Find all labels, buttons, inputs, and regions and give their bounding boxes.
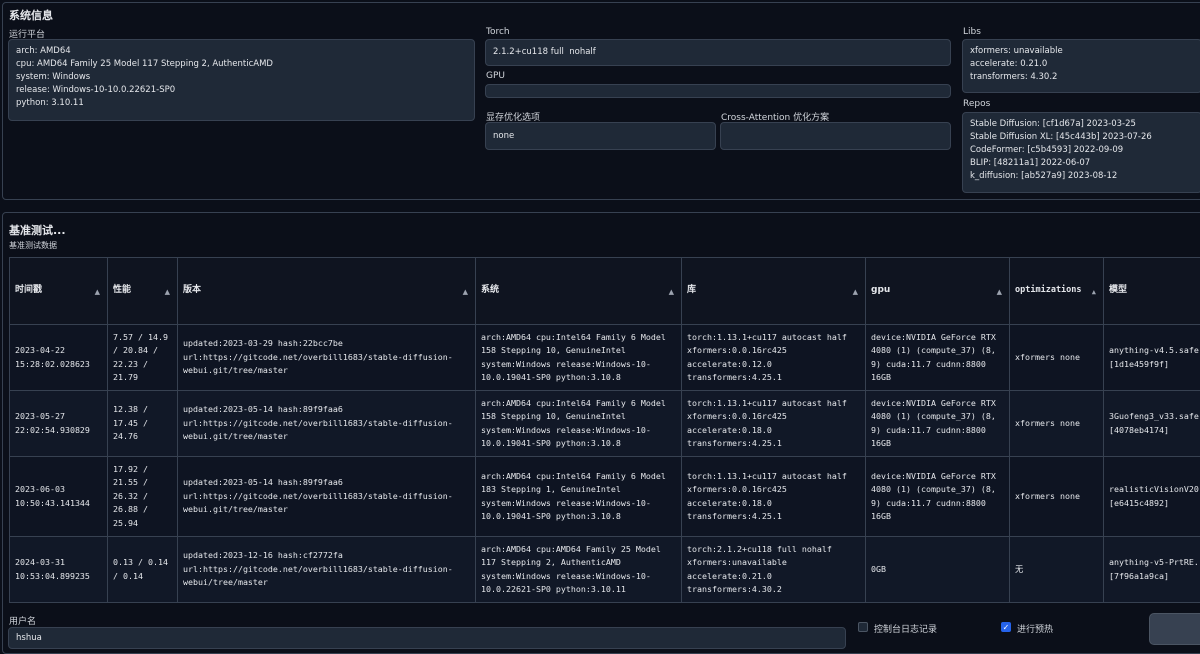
cell-libs: torch:2.1.2+cu118 full nohalf xformers:u… (682, 537, 866, 603)
table-row[interactable]: 2024-03-31 10:53:04.899235 0.13 / 0.14 /… (10, 537, 1200, 603)
column-header-gpu[interactable]: gpu▲ (866, 258, 1010, 325)
cell-timestamp: 2023-05-27 22:02:54.930829 (10, 391, 108, 457)
checkmark-icon: ✓ (1003, 623, 1010, 632)
torch-field[interactable]: 2.1.2+cu118 full nohalf (485, 39, 951, 66)
console-log-label: 控制台日志记录 (874, 622, 937, 635)
benchmark-table: 时间戳▲ 性能▲ 版本▲ 系统▲ 库▲ gpu▲ optimizations▲ … (9, 257, 1200, 603)
gpu-field[interactable] (485, 84, 951, 98)
run-benchmark-button[interactable] (1149, 613, 1200, 645)
cell-performance: 0.13 / 0.14 / 0.14 (108, 537, 178, 603)
sort-arrow-icon[interactable]: ▲ (853, 286, 858, 299)
username-label: 用户名 (9, 614, 36, 627)
column-header-performance[interactable]: 性能▲ (108, 258, 178, 325)
cell-timestamp: 2024-03-31 10:53:04.899235 (10, 537, 108, 603)
sort-arrow-icon[interactable]: ▲ (463, 286, 468, 299)
cell-libs: torch:1.13.1+cu117 autocast half xformer… (682, 325, 866, 391)
sort-arrow-icon[interactable]: ▲ (669, 286, 674, 299)
cell-version: updated:2023-05-14 hash:89f9faa6 url:htt… (178, 391, 476, 457)
sort-arrow-icon[interactable]: ▲ (95, 286, 100, 299)
console-log-checkbox[interactable] (858, 622, 868, 632)
cell-optimizations: 无 (1010, 537, 1104, 603)
warmup-checkbox[interactable]: ✓ (1001, 622, 1011, 632)
sort-arrow-icon[interactable]: ▲ (1092, 286, 1096, 299)
cell-version: updated:2023-03-29 hash:22bcc7be url:htt… (178, 325, 476, 391)
cell-system: arch:AMD64 cpu:Intel64 Family 6 Model 15… (476, 391, 682, 457)
table-row[interactable]: 2023-04-22 15:28:02.028623 7.57 / 14.9 /… (10, 325, 1200, 391)
sort-arrow-icon[interactable]: ▲ (997, 286, 1002, 299)
warmup-label: 进行预热 (1017, 622, 1053, 635)
benchmark-subtitle: 基准测试数据 (9, 240, 57, 251)
username-input[interactable]: hshua (8, 627, 846, 649)
repos-textarea[interactable]: Stable Diffusion: [cf1d67a] 2023-03-25 S… (962, 112, 1200, 193)
cell-system: arch:AMD64 cpu:Intel64 Family 6 Model 15… (476, 325, 682, 391)
cell-libs: torch:1.13.1+cu117 autocast half xformer… (682, 457, 866, 537)
torch-label: Torch (486, 27, 510, 37)
column-header-timestamp[interactable]: 时间戳▲ (10, 258, 108, 325)
cell-gpu: 0GB (866, 537, 1010, 603)
cell-performance: 7.57 / 14.9 / 20.84 / 22.23 / 21.79 (108, 325, 178, 391)
cell-optimizations: xformers none (1010, 457, 1104, 537)
cell-version: updated:2023-12-16 hash:cf2772fa url:htt… (178, 537, 476, 603)
column-header-model[interactable]: 模型 (1104, 258, 1200, 325)
cell-model: 3Guofeng3_v33.safe [4078eb4174] (1104, 391, 1200, 457)
cell-system: arch:AMD64 cpu:Intel64 Family 6 Model 18… (476, 457, 682, 537)
cell-model: anything-v4.5.safe [1d1e459f9f] (1104, 325, 1200, 391)
benchmark-table-wrap[interactable]: 时间戳▲ 性能▲ 版本▲ 系统▲ 库▲ gpu▲ optimizations▲ … (9, 257, 1200, 604)
cell-timestamp: 2023-06-03 10:50:43.141344 (10, 457, 108, 537)
platform-textarea[interactable]: arch: AMD64 cpu: AMD64 Family 25 Model 1… (8, 39, 475, 121)
libs-label: Libs (963, 27, 981, 37)
cell-model: realisticVisionV20 [e6415c4892] (1104, 457, 1200, 537)
column-header-version[interactable]: 版本▲ (178, 258, 476, 325)
column-header-optimizations[interactable]: optimizations▲ (1010, 258, 1104, 325)
sort-arrow-icon[interactable]: ▲ (165, 286, 170, 299)
mem-opt-field[interactable]: none (485, 122, 716, 150)
cell-gpu: device:NVIDIA GeForce RTX 4080 (1) (comp… (866, 325, 1010, 391)
system-info-title: 系统信息 (9, 7, 53, 23)
table-row[interactable]: 2023-06-03 10:50:43.141344 17.92 / 21.55… (10, 457, 1200, 537)
cell-model: anything-v5-PrtRE. [7f96a1a9ca] (1104, 537, 1200, 603)
column-header-libs[interactable]: 库▲ (682, 258, 866, 325)
cell-timestamp: 2023-04-22 15:28:02.028623 (10, 325, 108, 391)
gpu-label: GPU (486, 71, 505, 81)
cell-system: arch:AMD64 cpu:AMD64 Family 25 Model 117… (476, 537, 682, 603)
cell-optimizations: xformers none (1010, 391, 1104, 457)
cross-attention-field[interactable] (720, 122, 951, 150)
cell-version: updated:2023-05-14 hash:89f9faa6 url:htt… (178, 457, 476, 537)
benchmark-title: 基准测试... (9, 222, 66, 238)
column-header-system[interactable]: 系统▲ (476, 258, 682, 325)
cell-performance: 12.38 / 17.45 / 24.76 (108, 391, 178, 457)
cell-gpu: device:NVIDIA GeForce RTX 4080 (1) (comp… (866, 457, 1010, 537)
table-row[interactable]: 2023-05-27 22:02:54.930829 12.38 / 17.45… (10, 391, 1200, 457)
cell-gpu: device:NVIDIA GeForce RTX 4080 (1) (comp… (866, 391, 1010, 457)
cell-libs: torch:1.13.1+cu117 autocast half xformer… (682, 391, 866, 457)
libs-textarea[interactable]: xformers: unavailable accelerate: 0.21.0… (962, 39, 1200, 93)
cell-performance: 17.92 / 21.55 / 26.32 / 26.88 / 25.94 (108, 457, 178, 537)
cell-optimizations: xformers none (1010, 325, 1104, 391)
repos-label: Repos (963, 99, 990, 109)
